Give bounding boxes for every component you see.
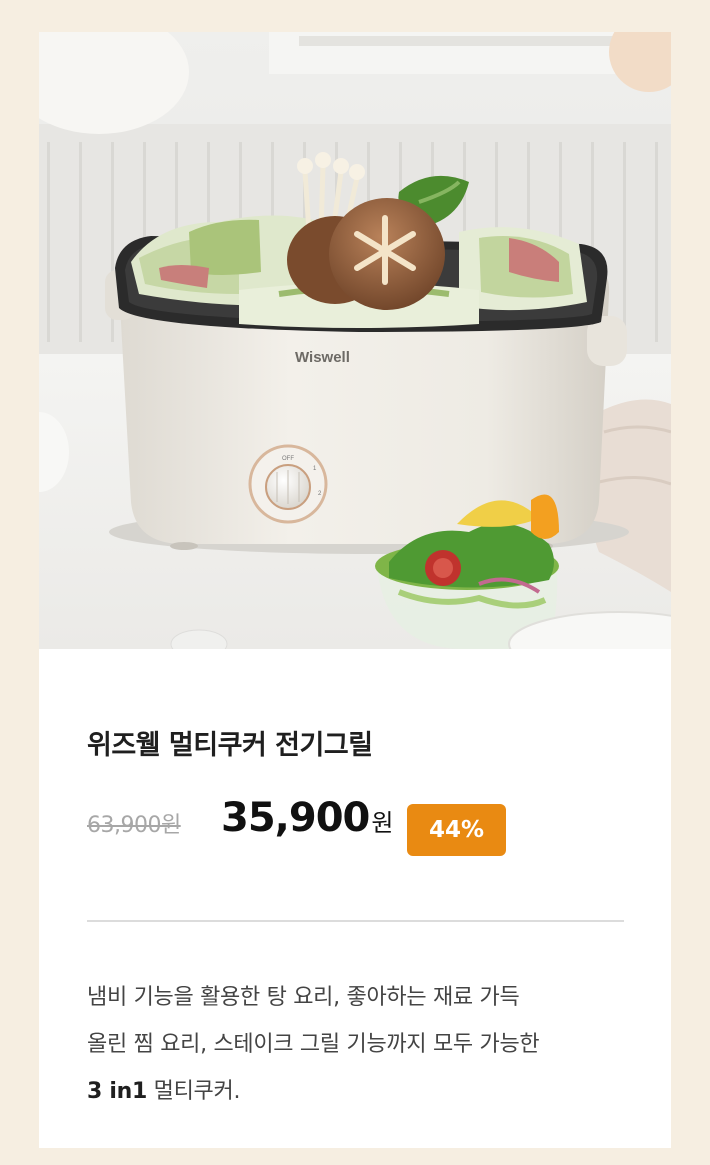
description-line-1: 냄비 기능을 활용한 탕 요리, 좋아하는 재료 가득 bbox=[87, 985, 520, 1010]
sale-price: 35,900원 bbox=[221, 795, 393, 841]
sale-price-value: 35,900 bbox=[221, 795, 370, 841]
sale-price-unit: 원 bbox=[371, 809, 394, 837]
cooker-brand-text: Wiswell bbox=[295, 349, 350, 366]
discount-badge: 44% bbox=[407, 804, 506, 856]
dial-label-off: OFF bbox=[282, 456, 294, 462]
product-description: 냄비 기능을 활용한 탕 요리, 좋아하는 재료 가득 올린 찜 요리, 스테이… bbox=[87, 974, 637, 1115]
divider bbox=[87, 920, 624, 922]
product-title: 위즈웰 멀티쿠커 전기그릴 bbox=[87, 730, 373, 761]
description-line-3-rest: 멀티쿠커. bbox=[146, 1079, 241, 1104]
original-price: 63,900원 bbox=[87, 813, 181, 838]
description-line-2: 올린 찜 요리, 스테이크 그릴 기능까지 모두 가능한 bbox=[87, 1032, 540, 1057]
product-image: Wiswell OFF 1 2 bbox=[39, 32, 671, 649]
description-line-3: 3 in1 멀티쿠커. bbox=[87, 1068, 637, 1115]
product-info: 위즈웰 멀티쿠커 전기그릴 63,900원 35,900원 44% 냄비 기능을… bbox=[39, 649, 671, 1148]
description-highlight: 3 in1 bbox=[87, 1079, 147, 1104]
product-card[interactable]: Wiswell OFF 1 2 위즈웰 멀티쿠커 전기그릴 63,900원 35… bbox=[39, 32, 671, 1148]
